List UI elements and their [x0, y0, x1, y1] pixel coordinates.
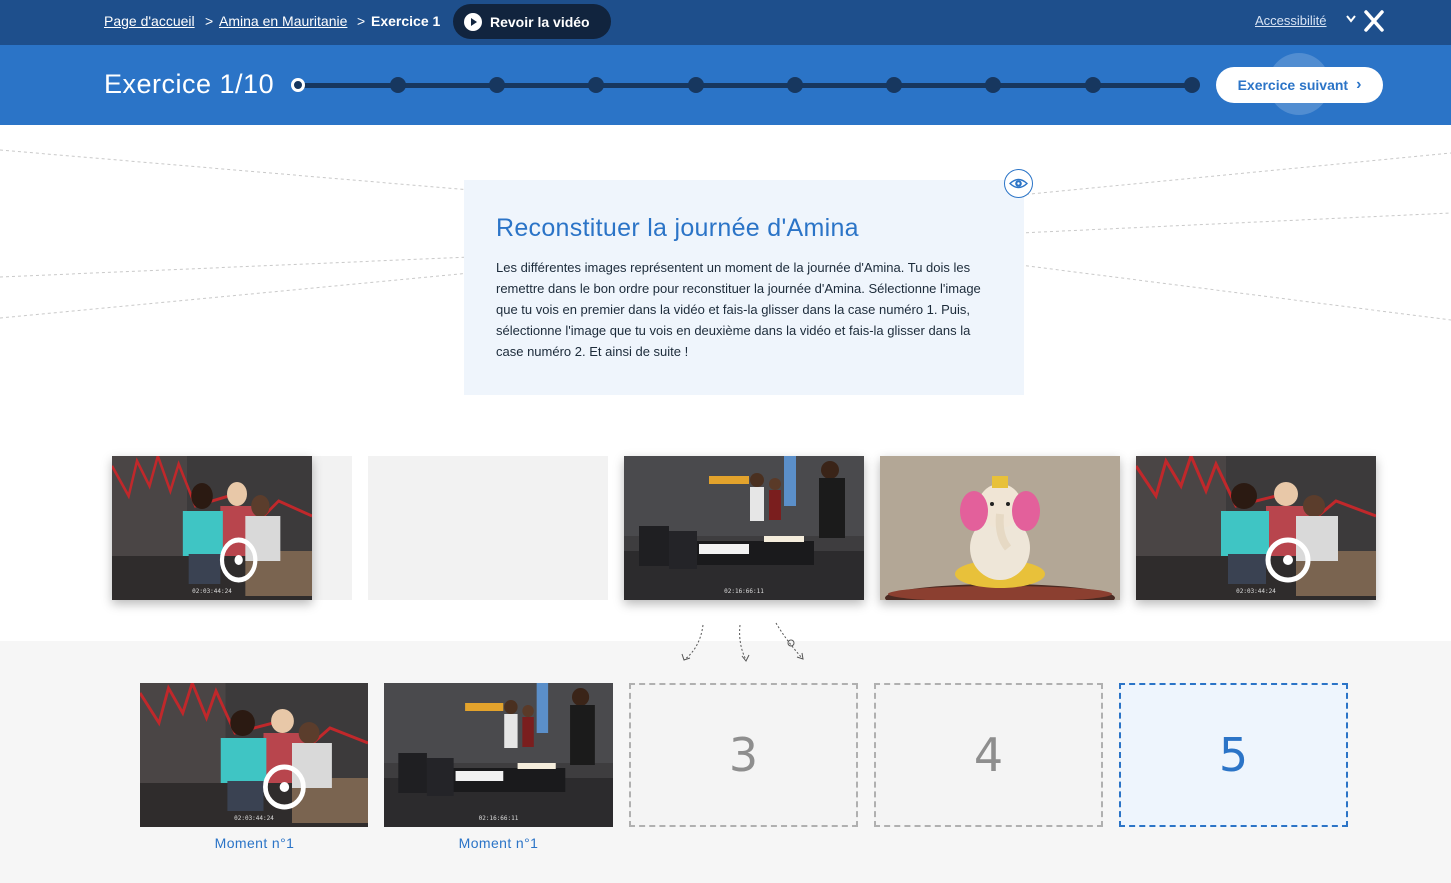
drop-zone-1-label: Moment n°1: [214, 835, 295, 851]
progress-step-9[interactable]: [1085, 77, 1101, 93]
breadcrumb-separator: >: [205, 13, 214, 29]
top-bar: Page d'accueil > Amina en Mauritanie > E…: [0, 0, 1451, 45]
progress-track: [298, 83, 1192, 88]
draggable-image-children-projector[interactable]: 02:03:44:24: [1136, 456, 1376, 600]
source-slot-2: [368, 456, 608, 600]
draggable-image-children-projector[interactable]: 02:03:44:24: [112, 456, 312, 600]
replay-video-label: Revoir la vidéo: [490, 13, 590, 30]
drop-zone-4[interactable]: 4: [874, 683, 1103, 827]
image-timestamp: 02:16:66:11: [724, 588, 764, 595]
eye-icon[interactable]: [1004, 169, 1033, 198]
progress-step-10[interactable]: [1184, 77, 1200, 93]
image-timestamp: 02:03:44:24: [234, 815, 274, 822]
progress-step-7[interactable]: [886, 77, 902, 93]
replay-video-button[interactable]: Revoir la vidéo: [453, 4, 611, 39]
progress-step-6[interactable]: [787, 77, 803, 93]
breadcrumb-current: Exercice 1: [371, 13, 441, 29]
next-exercise-label: Exercice suivant: [1237, 77, 1349, 93]
accessibility-menu-link[interactable]: Accessibilité: [1255, 13, 1327, 28]
progress-step-8[interactable]: [985, 77, 1001, 93]
draggable-image-classroom-table[interactable]: 02:16:66:11: [624, 456, 864, 600]
next-exercise-button[interactable]: Exercice suivant ›: [1216, 67, 1383, 103]
instructions-title: Reconstituer la journée d'Amina: [496, 214, 859, 242]
image-timestamp: 02:03:44:24: [1236, 588, 1276, 595]
exercise-title: Exercice 1/10: [104, 69, 275, 99]
drag-hint-arrows-icon: [681, 622, 804, 662]
chevron-down-icon[interactable]: [1345, 12, 1357, 26]
instructions-text: Les différentes images représentent un m…: [496, 260, 981, 359]
chevron-right-icon: ›: [1356, 76, 1362, 93]
image-timestamp: 02:03:44:24: [192, 588, 232, 595]
breadcrumb-story-link[interactable]: Amina en Mauritanie: [219, 13, 347, 29]
play-icon: [464, 12, 482, 31]
close-icon[interactable]: [1363, 9, 1385, 33]
progress-step-3[interactable]: [489, 77, 505, 93]
progress-step-1[interactable]: [291, 78, 305, 92]
drop-zone-2-filled[interactable]: 02:16:66:11: [384, 683, 613, 827]
drop-zone-2-label: Moment n°1: [458, 835, 539, 851]
drop-zone-5[interactable]: 5: [1119, 683, 1348, 827]
progress-step-4[interactable]: [588, 77, 604, 93]
image-timestamp: 02:16:66:11: [478, 815, 519, 822]
breadcrumb-separator: >: [357, 13, 366, 29]
draggable-image-ganesh-statue[interactable]: [880, 456, 1120, 600]
instructions-card: Reconstituer la journée d'Amina Les diff…: [464, 180, 1024, 395]
drop-zone-3[interactable]: 3: [629, 683, 858, 827]
progress-step-5[interactable]: [688, 77, 704, 93]
progress-step-2[interactable]: [390, 77, 406, 93]
breadcrumb-home-link[interactable]: Page d'accueil: [104, 13, 195, 29]
drop-zone-1-filled[interactable]: 02:03:44:24: [140, 683, 368, 827]
exercise-progress-bar: Exercice 1/10 Exercice suivant ›: [0, 45, 1451, 125]
